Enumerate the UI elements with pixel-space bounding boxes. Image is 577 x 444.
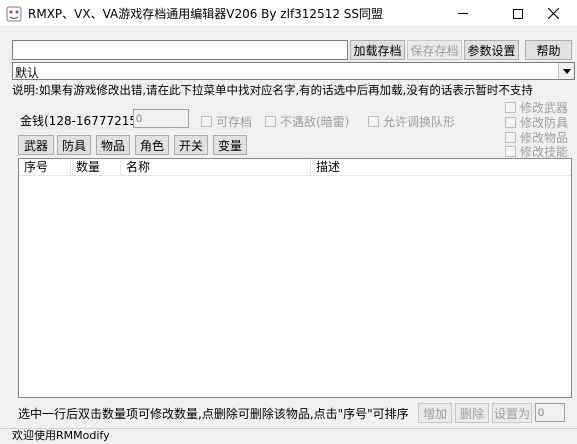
tab-character[interactable]: 角色 bbox=[135, 135, 169, 155]
tab-variable[interactable]: 变量 bbox=[213, 135, 247, 155]
tab-armor[interactable]: 防具 bbox=[57, 135, 91, 155]
can-save-checkbox[interactable]: 可存档 bbox=[201, 113, 252, 130]
checkbox-box bbox=[201, 116, 212, 127]
set-value-input[interactable] bbox=[535, 403, 565, 422]
status-text: 欢迎使用RMModify bbox=[12, 429, 110, 442]
allow-swap-party-label: 允许调换队形 bbox=[383, 115, 456, 129]
help-button[interactable]: 帮助 bbox=[525, 40, 572, 60]
minimize-icon bbox=[458, 13, 468, 14]
delete-button[interactable]: 删除 bbox=[455, 403, 489, 423]
tab-switch[interactable]: 开关 bbox=[174, 135, 208, 155]
chevron-down-icon bbox=[562, 68, 571, 74]
add-button[interactable]: 增加 bbox=[418, 403, 452, 423]
load-save-button[interactable]: 加载存档 bbox=[350, 40, 405, 60]
checkbox-box bbox=[265, 116, 276, 127]
info-text: 说明:如果有游戏修改出错,请在此下拉菜单中找对应名字,有的话选中后再加载,没有的… bbox=[12, 83, 533, 97]
item-list[interactable]: 序号 数量 名称 描述 bbox=[18, 158, 572, 398]
game-select[interactable]: 默认 bbox=[12, 62, 575, 80]
no-encounter-label: 不遇敌(暗雷) bbox=[280, 115, 350, 129]
no-encounter-checkbox[interactable]: 不遇敌(暗雷) bbox=[265, 113, 349, 130]
checkbox-box bbox=[368, 116, 379, 127]
tab-weapon[interactable]: 武器 bbox=[18, 135, 54, 155]
minimize-button[interactable] bbox=[440, 0, 486, 27]
checkbox-box bbox=[505, 146, 516, 157]
gold-label: 金钱(128-16777215) bbox=[20, 114, 142, 128]
window-title: RMXP、VX、VA游戏存档通用编辑器V206 By zlf312512 SS同… bbox=[28, 7, 384, 21]
dropdown-button[interactable] bbox=[558, 63, 574, 79]
bottom-hint: 选中一行后双击数量项可修改数量,点删除可删除该物品,点击"序号"可排序 bbox=[18, 407, 409, 421]
checkbox-box bbox=[505, 132, 516, 143]
allow-swap-party-checkbox[interactable]: 允许调换队形 bbox=[368, 113, 455, 130]
close-button[interactable] bbox=[530, 0, 576, 27]
close-icon bbox=[547, 8, 559, 19]
status-bar: 欢迎使用RMModify bbox=[0, 428, 577, 444]
save-save-button[interactable]: 保存存档 bbox=[407, 40, 462, 60]
settings-button[interactable]: 参数设置 bbox=[464, 40, 519, 60]
list-header: 序号 数量 名称 描述 bbox=[19, 159, 571, 176]
checkbox-box bbox=[505, 102, 516, 113]
save-file-path-input[interactable] bbox=[12, 40, 348, 60]
set-to-button[interactable]: 设置为 bbox=[492, 403, 532, 423]
title-bar: RMXP、VX、VA游戏存档通用编辑器V206 By zlf312512 SS同… bbox=[0, 0, 577, 27]
column-header-quantity[interactable]: 数量 bbox=[71, 159, 121, 176]
checkbox-box bbox=[505, 117, 516, 128]
game-select-value: 默认 bbox=[15, 66, 40, 80]
gold-input[interactable] bbox=[133, 109, 189, 128]
tab-item[interactable]: 物品 bbox=[96, 135, 130, 155]
can-save-label: 可存档 bbox=[216, 115, 253, 129]
column-header-description[interactable]: 描述 bbox=[311, 159, 571, 176]
app-icon bbox=[6, 6, 22, 22]
column-header-index[interactable]: 序号 bbox=[19, 159, 71, 176]
maximize-icon bbox=[513, 8, 523, 19]
column-header-name[interactable]: 名称 bbox=[121, 159, 311, 176]
